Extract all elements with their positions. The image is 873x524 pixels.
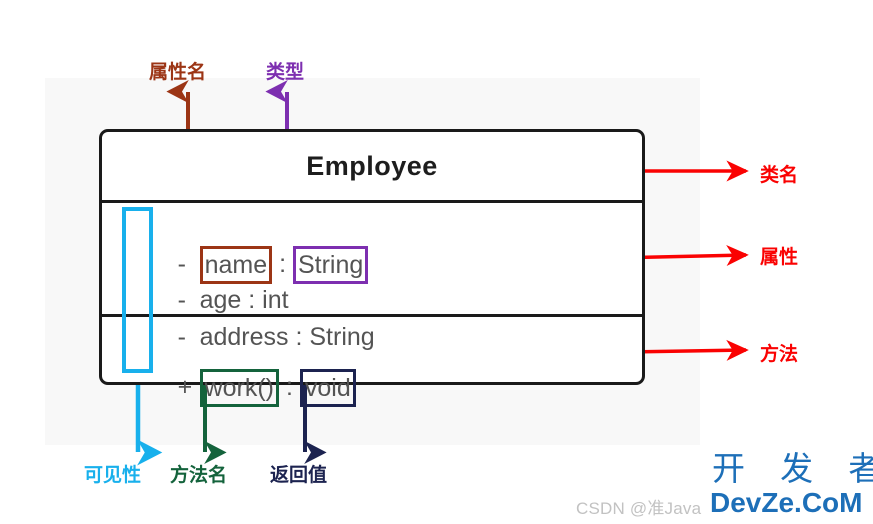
label-attributes: 属性	[760, 247, 799, 268]
class-name-text: Employee	[306, 150, 438, 181]
label-return-value: 返回值	[270, 465, 328, 486]
devze-watermark-domain: DevZe.CoM	[710, 487, 863, 518]
attributes-compartment: - name : String - age : int - address : Str…	[102, 203, 642, 351]
csdn-watermark: CSDN @准Java	[576, 499, 702, 518]
attribute-row: - address : String	[122, 282, 642, 351]
label-method-name: 方法名	[170, 465, 228, 486]
attribute-row: - age : int	[122, 245, 642, 314]
class-name-compartment: Employee	[102, 132, 642, 203]
attribute-row: - name : String	[122, 208, 642, 284]
visibility-marker: +	[177, 373, 193, 401]
label-attribute-name: 属性名	[149, 62, 207, 83]
method-separator: :	[279, 373, 300, 401]
method-name-highlight: work()	[199, 369, 280, 407]
method-return-type-highlight: void	[299, 369, 356, 407]
devze-watermark: 开 发 者 DevZe.CoM	[710, 450, 873, 518]
label-type: 类型	[266, 62, 305, 83]
devze-watermark-chinese: 开 发 者	[712, 450, 873, 487]
method-row: + work() : void	[122, 331, 642, 407]
label-visibility: 可见性	[84, 465, 142, 486]
diagram-canvas: Employee - name : String - age : int - addr…	[0, 0, 873, 524]
label-methods: 方法	[760, 344, 799, 365]
methods-compartment: + work() : void	[102, 317, 642, 407]
label-class-name: 类名	[760, 165, 799, 186]
visibility-highlight-box	[122, 207, 153, 373]
uml-class-box: Employee - name : String - age : int - addr…	[99, 129, 645, 407]
